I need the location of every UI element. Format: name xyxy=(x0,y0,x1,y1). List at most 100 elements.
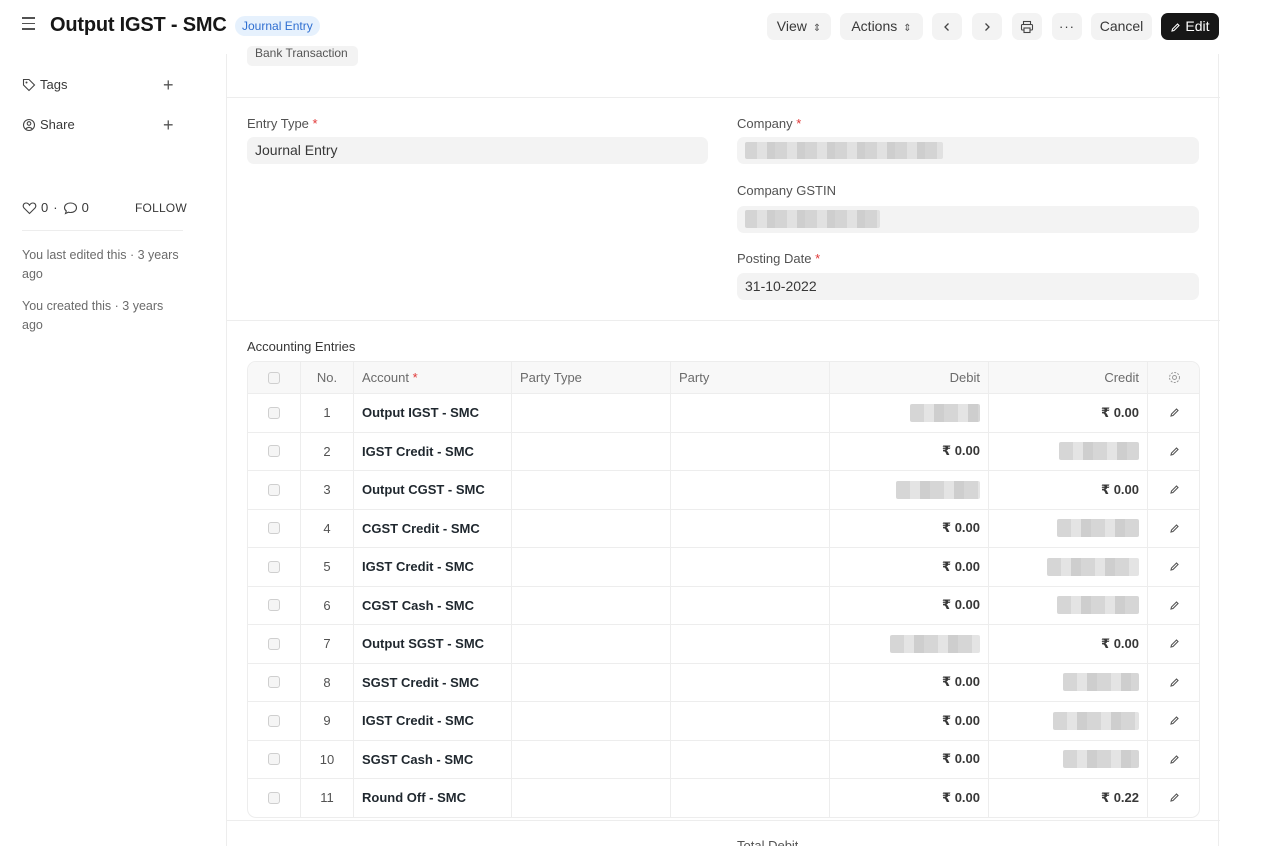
account-cell[interactable]: IGST Credit - SMC xyxy=(353,702,511,740)
row-checkbox[interactable] xyxy=(268,445,280,458)
party-cell[interactable] xyxy=(670,625,829,663)
share-row[interactable]: Share xyxy=(22,117,75,132)
more-options-button[interactable]: ··· xyxy=(1052,13,1082,40)
table-row[interactable]: 6 CGST Cash - SMC ₹ 0.00 xyxy=(248,585,1199,624)
account-cell[interactable]: IGST Credit - SMC xyxy=(353,432,511,470)
view-dropdown-button[interactable]: View ⇕ xyxy=(767,13,831,40)
account-cell[interactable]: IGST Credit - SMC xyxy=(353,548,511,586)
party-type-cell[interactable] xyxy=(511,740,670,778)
account-cell[interactable]: Round Off - SMC xyxy=(353,779,511,817)
credit-cell[interactable]: ₹ 0.00 xyxy=(988,625,1147,663)
table-row[interactable]: 9 IGST Credit - SMC ₹ 0.00 xyxy=(248,701,1199,740)
row-checkbox[interactable] xyxy=(268,714,280,727)
debit-cell[interactable]: ₹ 0.00 xyxy=(829,586,988,624)
debit-cell[interactable]: ₹ 0.00 xyxy=(829,740,988,778)
pencil-icon[interactable] xyxy=(1169,715,1180,726)
pencil-icon[interactable] xyxy=(1169,754,1180,765)
pencil-icon[interactable] xyxy=(1169,638,1180,649)
party-type-cell[interactable] xyxy=(511,702,670,740)
debit-cell[interactable] xyxy=(829,625,988,663)
credit-cell[interactable] xyxy=(988,702,1147,740)
credit-cell[interactable] xyxy=(988,740,1147,778)
previous-doc-button[interactable] xyxy=(932,13,962,40)
party-type-cell[interactable] xyxy=(511,586,670,624)
party-cell[interactable] xyxy=(670,432,829,470)
pencil-icon[interactable] xyxy=(1169,446,1180,457)
debit-cell[interactable] xyxy=(829,471,988,509)
row-checkbox[interactable] xyxy=(268,791,280,804)
bank-transaction-chip[interactable]: Bank Transaction xyxy=(247,46,358,66)
party-type-cell[interactable] xyxy=(511,471,670,509)
party-cell[interactable] xyxy=(670,471,829,509)
party-type-cell[interactable] xyxy=(511,663,670,701)
account-cell[interactable]: Output CGST - SMC xyxy=(353,471,511,509)
debit-cell[interactable]: ₹ 0.00 xyxy=(829,548,988,586)
add-tag-plus-icon[interactable]: + xyxy=(163,76,174,94)
table-row[interactable]: 5 IGST Credit - SMC ₹ 0.00 xyxy=(248,547,1199,586)
party-cell[interactable] xyxy=(670,509,829,547)
credit-cell[interactable] xyxy=(988,586,1147,624)
posting-date-field[interactable]: 31-10-2022 xyxy=(737,273,1199,300)
debit-cell[interactable]: ₹ 0.00 xyxy=(829,663,988,701)
debit-cell[interactable] xyxy=(829,394,988,432)
account-cell[interactable]: CGST Credit - SMC xyxy=(353,509,511,547)
table-row[interactable]: 10 SGST Cash - SMC ₹ 0.00 xyxy=(248,739,1199,778)
pencil-icon[interactable] xyxy=(1169,407,1180,418)
party-type-cell[interactable] xyxy=(511,779,670,817)
cancel-button[interactable]: Cancel xyxy=(1091,13,1152,40)
hamburger-menu-icon[interactable] xyxy=(22,17,38,33)
pencil-icon[interactable] xyxy=(1169,792,1180,803)
comment-icon[interactable] xyxy=(63,201,78,215)
company-gstin-field[interactable] xyxy=(737,206,1199,233)
row-checkbox[interactable] xyxy=(268,637,280,650)
credit-cell[interactable] xyxy=(988,432,1147,470)
credit-cell[interactable]: ₹ 0.22 xyxy=(988,779,1147,817)
credit-cell[interactable]: ₹ 0.00 xyxy=(988,471,1147,509)
credit-cell[interactable]: ₹ 0.00 xyxy=(988,394,1147,432)
tags-row[interactable]: Tags xyxy=(22,77,67,92)
row-checkbox[interactable] xyxy=(268,483,280,496)
company-field[interactable] xyxy=(737,137,1199,164)
account-cell[interactable]: SGST Cash - SMC xyxy=(353,740,511,778)
row-checkbox[interactable] xyxy=(268,676,280,689)
party-type-cell[interactable] xyxy=(511,548,670,586)
row-checkbox[interactable] xyxy=(268,599,280,612)
debit-cell[interactable]: ₹ 0.00 xyxy=(829,779,988,817)
party-cell[interactable] xyxy=(670,740,829,778)
actions-dropdown-button[interactable]: Actions ⇕ xyxy=(840,13,923,40)
row-checkbox[interactable] xyxy=(268,560,280,573)
pencil-icon[interactable] xyxy=(1169,600,1180,611)
account-cell[interactable]: Output SGST - SMC xyxy=(353,625,511,663)
party-cell[interactable] xyxy=(670,586,829,624)
table-row[interactable]: 4 CGST Credit - SMC ₹ 0.00 xyxy=(248,508,1199,547)
row-checkbox[interactable] xyxy=(268,753,280,766)
select-all-checkbox[interactable] xyxy=(268,371,280,384)
follow-button[interactable]: FOLLOW xyxy=(135,201,187,215)
add-share-plus-icon[interactable]: + xyxy=(163,116,174,134)
print-button[interactable] xyxy=(1012,13,1042,40)
edit-button[interactable]: Edit xyxy=(1161,13,1219,40)
debit-cell[interactable]: ₹ 0.00 xyxy=(829,702,988,740)
table-row[interactable]: 11 Round Off - SMC ₹ 0.00 ₹ 0.22 xyxy=(248,778,1199,817)
party-type-cell[interactable] xyxy=(511,509,670,547)
account-cell[interactable]: CGST Cash - SMC xyxy=(353,586,511,624)
debit-cell[interactable]: ₹ 0.00 xyxy=(829,432,988,470)
party-cell[interactable] xyxy=(670,702,829,740)
credit-cell[interactable] xyxy=(988,509,1147,547)
party-type-cell[interactable] xyxy=(511,394,670,432)
party-cell[interactable] xyxy=(670,548,829,586)
account-cell[interactable]: Output IGST - SMC xyxy=(353,394,511,432)
row-checkbox[interactable] xyxy=(268,406,280,419)
heart-icon[interactable] xyxy=(22,201,37,215)
party-cell[interactable] xyxy=(670,779,829,817)
pencil-icon[interactable] xyxy=(1169,484,1180,495)
next-doc-button[interactable] xyxy=(972,13,1002,40)
debit-cell[interactable]: ₹ 0.00 xyxy=(829,509,988,547)
party-type-cell[interactable] xyxy=(511,432,670,470)
table-row[interactable]: 2 IGST Credit - SMC ₹ 0.00 xyxy=(248,431,1199,470)
table-row[interactable]: 1 Output IGST - SMC ₹ 0.00 xyxy=(248,393,1199,432)
pencil-icon[interactable] xyxy=(1169,523,1180,534)
party-cell[interactable] xyxy=(670,663,829,701)
table-row[interactable]: 7 Output SGST - SMC ₹ 0.00 xyxy=(248,624,1199,663)
row-checkbox[interactable] xyxy=(268,522,280,535)
